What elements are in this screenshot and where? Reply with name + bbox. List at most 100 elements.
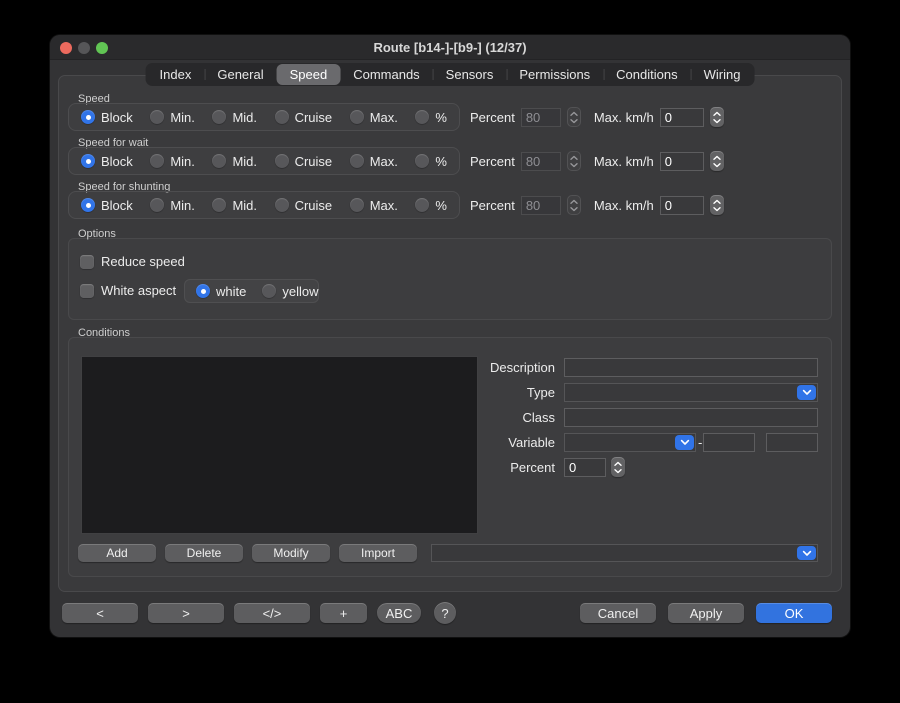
aspect-radio-white[interactable]: white: [196, 284, 246, 299]
condition-percent-input[interactable]: [564, 458, 606, 477]
condition-percent-row: Percent: [69, 458, 555, 477]
chevron-down-icon[interactable]: [675, 435, 694, 450]
radio-off-icon: [150, 154, 164, 168]
speed-radio-percent[interactable]: %: [415, 110, 447, 125]
stepper-up-down-icon[interactable]: [567, 195, 581, 215]
speed-radio-min[interactable]: Min.: [150, 110, 195, 125]
description-row: Description: [69, 358, 555, 377]
speed-shunting-values: Percent Max. km/h: [470, 191, 724, 219]
shunting-radio-mid[interactable]: Mid.: [212, 198, 257, 213]
speed-radio-mid[interactable]: Mid.: [212, 110, 257, 125]
cancel-button[interactable]: Cancel: [580, 603, 656, 623]
modify-condition-button[interactable]: Modify: [252, 544, 330, 562]
description-label: Description: [490, 360, 555, 375]
abc-button[interactable]: ABC: [377, 603, 421, 623]
radio-off-icon: [415, 198, 429, 212]
tab-speed[interactable]: Speed: [277, 64, 341, 85]
wait-radio-mid[interactable]: Mid.: [212, 154, 257, 169]
code-view-button[interactable]: </>: [234, 603, 310, 623]
wait-radio-block[interactable]: Block: [81, 154, 133, 169]
radio-off-icon: [212, 198, 226, 212]
add-condition-button[interactable]: Add: [78, 544, 156, 562]
shunting-radio-max[interactable]: Max.: [350, 198, 398, 213]
type-row: Type: [69, 383, 555, 402]
stepper-up-down-icon[interactable]: [710, 151, 724, 171]
stepper-up-down-icon[interactable]: [567, 151, 581, 171]
variable-dropdown[interactable]: [564, 433, 696, 452]
tab-general[interactable]: General: [204, 64, 276, 85]
wait-percent-input[interactable]: [521, 152, 561, 171]
speed-max-kmh-input[interactable]: [660, 108, 704, 127]
chevron-down-icon[interactable]: [797, 385, 816, 400]
help-button[interactable]: ?: [434, 602, 456, 624]
reduce-speed-checkbox-row[interactable]: Reduce speed: [80, 254, 185, 269]
variable-range-separator: -: [698, 435, 702, 450]
delete-condition-button[interactable]: Delete: [165, 544, 243, 562]
shunting-radio-cruise[interactable]: Cruise: [275, 198, 333, 213]
radio-off-icon: [415, 110, 429, 124]
stepper-up-down-icon[interactable]: [710, 107, 724, 127]
wait-max-kmh-input[interactable]: [660, 152, 704, 171]
class-input[interactable]: [564, 408, 818, 427]
max-kmh-label: Max. km/h: [594, 154, 654, 169]
type-dropdown[interactable]: [564, 383, 818, 402]
percent-label: Percent: [470, 154, 515, 169]
tab-permissions[interactable]: Permissions: [506, 64, 603, 85]
speed-radio-block[interactable]: Block: [81, 110, 133, 125]
radio-off-icon: [275, 154, 289, 168]
close-window-button[interactable]: [60, 42, 72, 54]
apply-button[interactable]: Apply: [668, 603, 744, 623]
radio-on-icon: [81, 198, 95, 212]
aspect-radio-yellow[interactable]: yellow: [262, 284, 318, 299]
percent-label: Percent: [470, 110, 515, 125]
speed-percent-input[interactable]: [521, 108, 561, 127]
import-source-dropdown[interactable]: [431, 544, 818, 562]
speed-wait-radio-group: Block Min. Mid. Cruise Max. %: [68, 147, 460, 175]
variable-label: Variable: [508, 435, 555, 450]
ok-button[interactable]: OK: [756, 603, 832, 623]
tab-wiring[interactable]: Wiring: [691, 64, 754, 85]
shunting-radio-min[interactable]: Min.: [150, 198, 195, 213]
tab-index[interactable]: Index: [147, 64, 205, 85]
percent-label: Percent: [470, 198, 515, 213]
conditions-group-box: Description Type Class Variable - Percen…: [68, 337, 832, 577]
stepper-up-down-icon[interactable]: [710, 195, 724, 215]
wait-radio-min[interactable]: Min.: [150, 154, 195, 169]
next-route-button[interactable]: >: [148, 603, 224, 623]
speed-radio-max[interactable]: Max.: [350, 110, 398, 125]
minimize-window-button[interactable]: [78, 42, 90, 54]
radio-off-icon: [350, 198, 364, 212]
variable-from-input[interactable]: [703, 433, 755, 452]
shunting-percent-input[interactable]: [521, 196, 561, 215]
stepper-up-down-icon[interactable]: [567, 107, 581, 127]
radio-on-icon: [81, 110, 95, 124]
radio-off-icon: [350, 154, 364, 168]
description-input[interactable]: [564, 358, 818, 377]
shunting-radio-percent[interactable]: %: [415, 198, 447, 213]
zoom-window-button[interactable]: [96, 42, 108, 54]
wait-radio-percent[interactable]: %: [415, 154, 447, 169]
chevron-down-icon[interactable]: [797, 546, 816, 560]
radio-off-icon: [212, 110, 226, 124]
wait-radio-max[interactable]: Max.: [350, 154, 398, 169]
radio-off-icon: [350, 110, 364, 124]
shunting-max-kmh-input[interactable]: [660, 196, 704, 215]
tab-conditions[interactable]: Conditions: [603, 64, 690, 85]
traffic-lights: [60, 35, 108, 60]
variable-to-input[interactable]: [766, 433, 818, 452]
shunting-radio-block[interactable]: Block: [81, 198, 133, 213]
window-title: Route [b14-]-[b9-] (12/37): [373, 40, 526, 55]
wait-radio-cruise[interactable]: Cruise: [275, 154, 333, 169]
titlebar: Route [b14-]-[b9-] (12/37): [50, 35, 850, 60]
tab-commands[interactable]: Commands: [340, 64, 432, 85]
speed-radio-group: Block Min. Mid. Cruise Max. %: [68, 103, 460, 131]
type-label: Type: [527, 385, 555, 400]
white-aspect-checkbox-row[interactable]: White aspect: [80, 283, 176, 298]
tab-sensors[interactable]: Sensors: [433, 64, 507, 85]
speed-radio-cruise[interactable]: Cruise: [275, 110, 333, 125]
prev-route-button[interactable]: <: [62, 603, 138, 623]
add-route-button[interactable]: +: [320, 603, 367, 623]
stepper-up-down-icon[interactable]: [611, 457, 625, 477]
speed-shunting-radio-group: Block Min. Mid. Cruise Max. %: [68, 191, 460, 219]
import-condition-button[interactable]: Import: [339, 544, 417, 562]
